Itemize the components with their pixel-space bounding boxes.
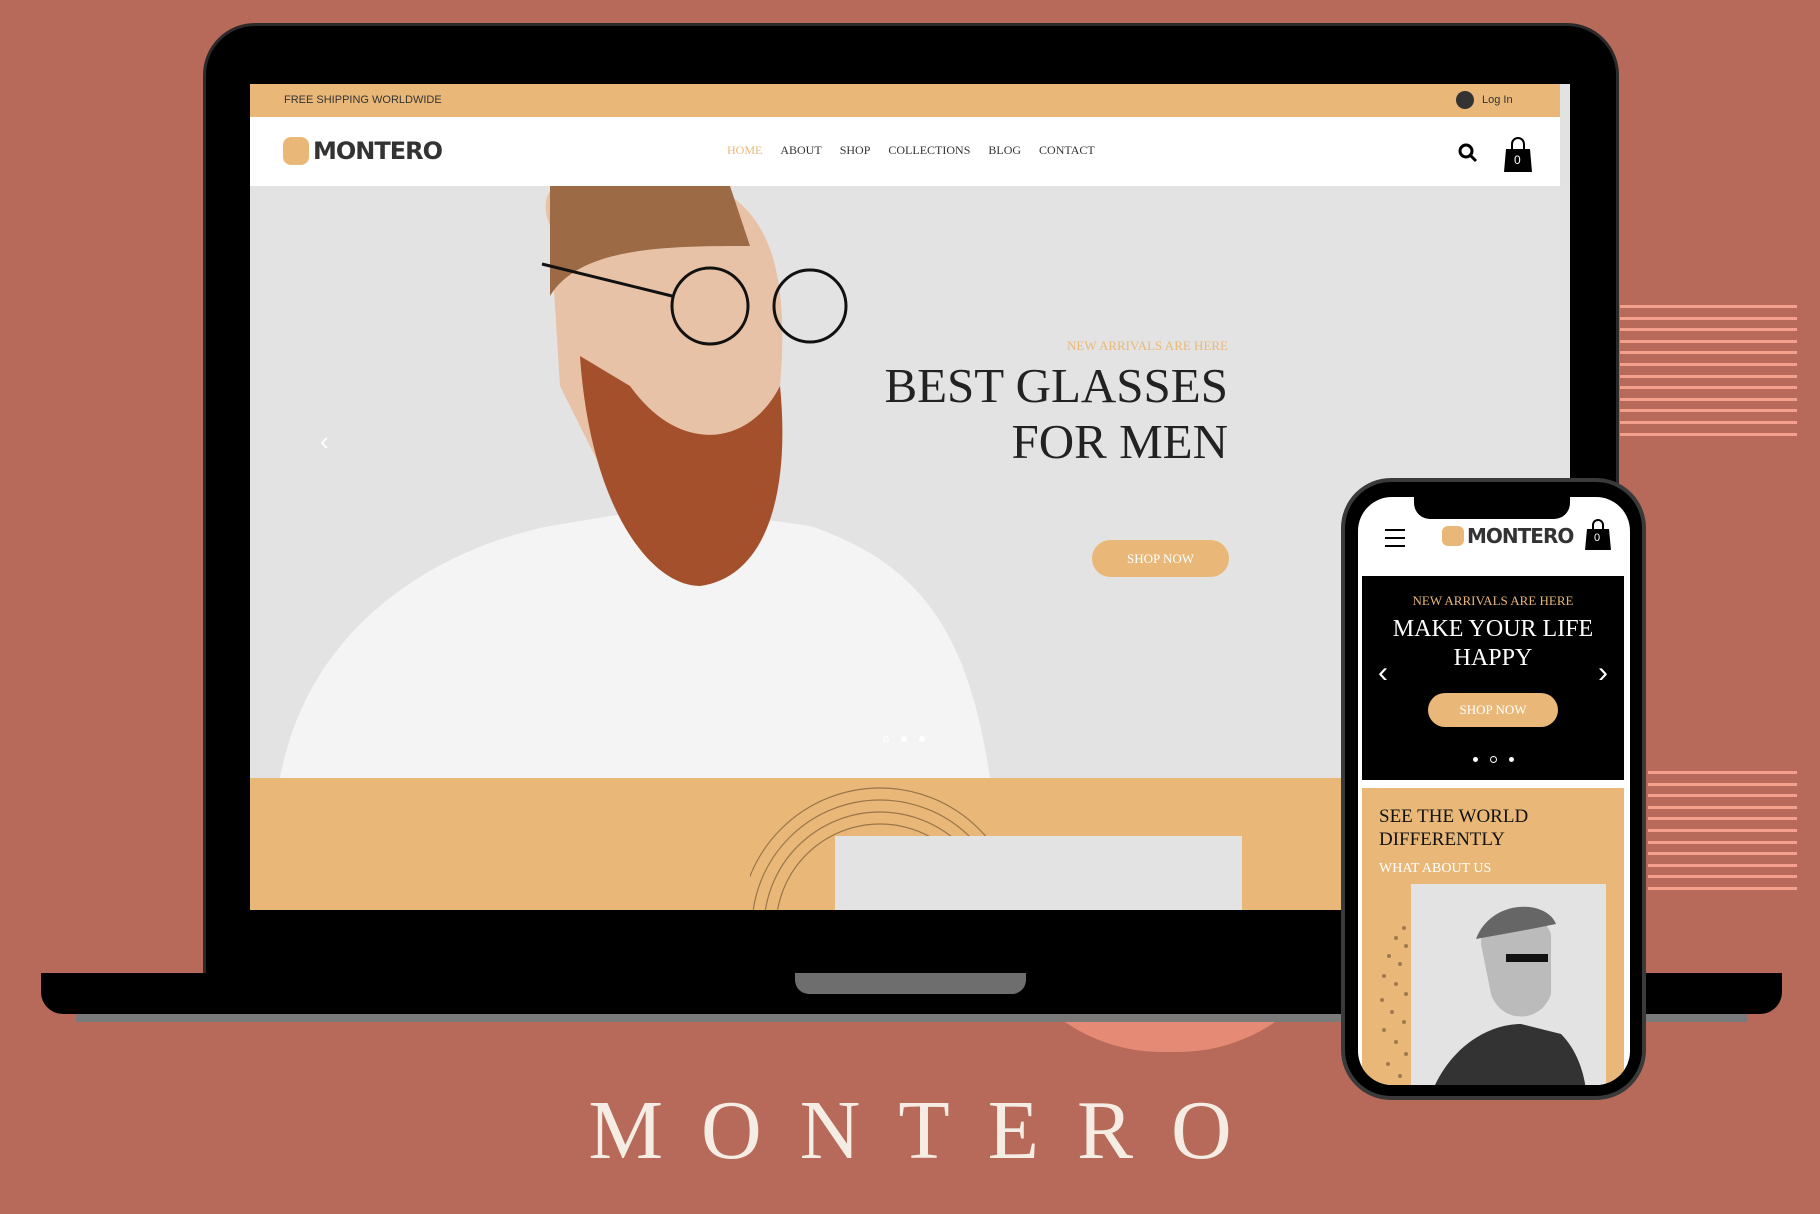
- mobile-website: MONTERO 0 NEW ARRIVALS ARE HERE MAKE YOU…: [1358, 497, 1630, 1085]
- shop-now-button[interactable]: SHOP NOW: [1092, 540, 1229, 577]
- slide-dot-active[interactable]: [1490, 756, 1497, 763]
- mobile-cart-button[interactable]: 0: [1585, 519, 1611, 551]
- about-model-image: [1411, 884, 1606, 1085]
- slide-dots: [1473, 756, 1514, 763]
- main-nav: HOME ABOUT SHOP COLLECTIONS BLOG CONTACT: [718, 143, 1104, 158]
- about-link[interactable]: WHAT ABOUT US: [1379, 861, 1491, 877]
- next-slide-arrow[interactable]: ›: [1598, 656, 1608, 690]
- logo-mark-icon: [1442, 526, 1464, 546]
- nav-about[interactable]: ABOUT: [780, 143, 821, 158]
- hero-title: BEST GLASSES FOR MEN: [884, 358, 1228, 469]
- hamburger-menu-icon[interactable]: [1385, 529, 1405, 547]
- announcement-bar: FREE SHIPPING WORLDWIDE Log In: [250, 84, 1560, 117]
- slide-dot[interactable]: [1473, 757, 1478, 762]
- slide-dot[interactable]: [919, 736, 925, 742]
- nav-home[interactable]: HOME: [727, 143, 762, 158]
- mobile-shop-now-button[interactable]: SHOP NOW: [1428, 693, 1558, 727]
- mobile-hero-title: MAKE YOUR LIFE HAPPY: [1392, 616, 1594, 671]
- nav-collections[interactable]: COLLECTIONS: [888, 143, 970, 158]
- slide-dot[interactable]: [1509, 757, 1514, 762]
- laptop-notch: [795, 973, 1026, 994]
- hero-eyebrow: NEW ARRIVALS ARE HERE: [1067, 338, 1228, 353]
- brand-wordmark: MONTERO: [588, 1084, 1270, 1177]
- slide-dot-active[interactable]: [901, 736, 907, 742]
- nav-contact[interactable]: CONTACT: [1039, 143, 1095, 158]
- cart-button[interactable]: 0: [1503, 137, 1533, 173]
- about-title: SEE THE WORLD DIFFERENTLY: [1379, 806, 1529, 850]
- search-icon[interactable]: [1458, 143, 1478, 163]
- slide-dot[interactable]: [883, 736, 889, 742]
- mobile-logo[interactable]: MONTERO: [1442, 524, 1574, 548]
- login-button[interactable]: Log In: [1456, 91, 1513, 109]
- phone-notch: [1414, 497, 1570, 519]
- mobile-hero-banner: NEW ARRIVALS ARE HERE MAKE YOUR LIFE HAPP…: [1362, 576, 1624, 780]
- user-avatar-icon: [1456, 91, 1474, 109]
- mobile-about-section: SEE THE WORLD DIFFERENTLY WHAT ABOUT US: [1362, 788, 1624, 1085]
- decorative-stripes-bottom: [1648, 771, 1797, 899]
- decorative-dots: [1380, 926, 1408, 1078]
- about-image: [835, 836, 1242, 910]
- decorative-stripes-top: [1620, 305, 1797, 444]
- shipping-text: FREE SHIPPING WORLDWIDE: [284, 94, 442, 106]
- slide-dots: [883, 736, 925, 742]
- nav-blog[interactable]: BLOG: [988, 143, 1021, 158]
- site-logo[interactable]: MONTERO: [283, 137, 443, 165]
- prev-slide-arrow[interactable]: ‹: [320, 426, 329, 457]
- mobile-phone-frame: MONTERO 0 NEW ARRIVALS ARE HERE MAKE YOU…: [1341, 478, 1646, 1100]
- main-header: MONTERO HOME ABOUT SHOP COLLECTIONS BLOG…: [250, 117, 1560, 186]
- nav-shop[interactable]: SHOP: [840, 143, 871, 158]
- prev-slide-arrow[interactable]: ‹: [1378, 656, 1388, 690]
- logo-mark-icon: [283, 137, 309, 165]
